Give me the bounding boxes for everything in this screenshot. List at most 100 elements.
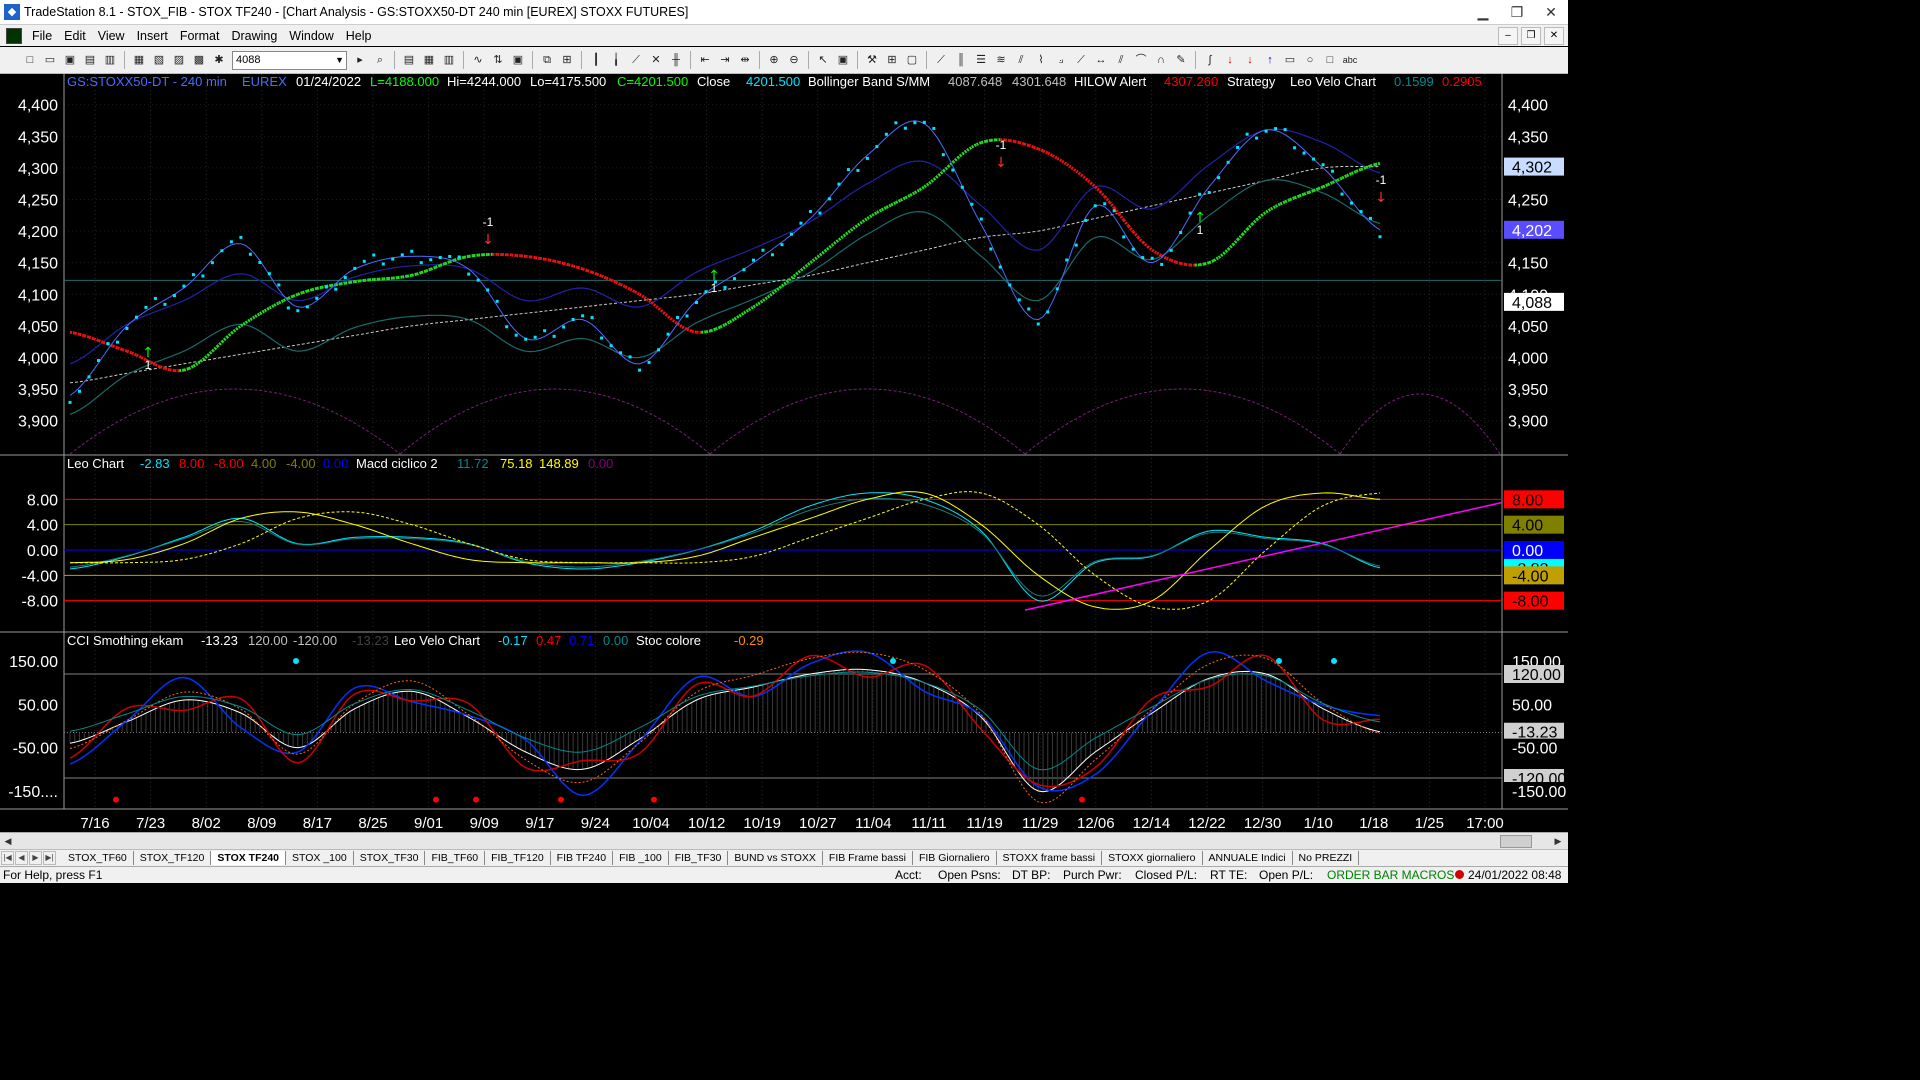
new-icon[interactable]: □ — [21, 51, 39, 69]
bug-icon[interactable]: ✱ — [210, 51, 228, 69]
minimize-button[interactable]: ▁ — [1466, 0, 1500, 24]
tab-fib-giornaliero[interactable]: FIB Giornaliero — [913, 851, 997, 865]
text-tool-icon[interactable]: abc — [1341, 51, 1359, 69]
tab-first-icon[interactable]: |◀ — [1, 851, 14, 865]
hammer-tool-icon[interactable]: ⚒ — [863, 51, 881, 69]
grid-tool-icon[interactable]: ⊞ — [883, 51, 901, 69]
rectangle-icon[interactable]: ▭ — [1281, 51, 1299, 69]
trendline-icon[interactable]: ⟋ — [932, 51, 950, 69]
print-icon[interactable]: ▧ — [150, 51, 168, 69]
tab-fib-tf30[interactable]: FIB_TF30 — [669, 851, 729, 865]
fibonacci-icon[interactable]: ⌇ — [1032, 51, 1050, 69]
point-figure-icon[interactable]: ✕ — [647, 51, 665, 69]
chart-window-icon[interactable]: ▤ — [400, 51, 418, 69]
pointer-icon[interactable]: ↖ — [814, 51, 832, 69]
tab-fib-tf120[interactable]: FIB_TF120 — [485, 851, 551, 865]
tab-no-prezzi[interactable]: No PREZZI — [1293, 851, 1360, 865]
data-window-icon[interactable]: ▣ — [834, 51, 852, 69]
menu-insert[interactable]: Insert — [131, 29, 174, 43]
gann-fan-icon[interactable]: ⟓ — [1052, 51, 1070, 69]
matrix-icon[interactable]: ▥ — [440, 51, 458, 69]
menu-format[interactable]: Format — [174, 29, 226, 43]
tab-stoxx-giornaliero[interactable]: STOXX giornaliero — [1102, 851, 1203, 865]
chart-analysis-canvas[interactable]: 1↑-1↓1↑-1↓1↑-1↓ 7/16 7/23 8/02 8/09 8/17 8/25… — [0, 74, 1568, 832]
save-all-icon[interactable]: ▤ — [81, 51, 99, 69]
format-indicators-icon[interactable]: ∿ — [469, 51, 487, 69]
arrow-down-red-icon[interactable]: ↓ — [1241, 51, 1259, 69]
chart-document-icon[interactable] — [6, 27, 22, 44]
menu-drawing[interactable]: Drawing — [225, 29, 283, 43]
horizontal-scrollbar[interactable]: ◀ ▶ — [0, 832, 1568, 849]
menu-view[interactable]: View — [92, 29, 131, 43]
go-arrow-icon[interactable]: ▸ — [351, 51, 369, 69]
tab-stoxx-frame-bassi[interactable]: STOXX frame bassi — [997, 851, 1103, 865]
speed-lines-icon[interactable]: ⟋ — [1072, 51, 1090, 69]
channel-icon[interactable]: ⫽ — [1012, 51, 1030, 69]
menu-window[interactable]: Window — [283, 29, 339, 43]
lock-icon[interactable]: ▨ — [170, 51, 188, 69]
zoom-in-icon[interactable]: ⊕ — [765, 51, 783, 69]
tab-prev-icon[interactable]: ◀ — [15, 851, 28, 865]
mdi-close-button[interactable]: ✕ — [1544, 27, 1564, 45]
alert-icon[interactable]: ▢ — [903, 51, 921, 69]
tab-fib-tf60[interactable]: FIB_TF60 — [425, 851, 486, 865]
scroll-left-icon[interactable]: ◀ — [2, 835, 14, 847]
tab-stox-tf240[interactable]: STOX TF240 — [211, 851, 287, 865]
tab-stox-100[interactable]: STOX _100 — [286, 851, 354, 865]
close-button[interactable]: ✕ — [1534, 0, 1568, 24]
tab-bund-vs-stoxx[interactable]: BUND vs STOXX — [728, 851, 823, 865]
workspace-icon[interactable]: ▥ — [101, 51, 119, 69]
rect-outline-icon[interactable]: □ — [1321, 51, 1339, 69]
tab-stox-tf30[interactable]: STOX_TF30 — [354, 851, 426, 865]
tab-fib-tf240[interactable]: FIB TF240 — [551, 851, 614, 865]
tab-annuale-indici[interactable]: ANNUALE Indici — [1203, 851, 1293, 865]
arrow-down-icon[interactable]: ↓ — [1221, 51, 1239, 69]
format-symbol-icon[interactable]: ▣ — [509, 51, 527, 69]
pen-icon[interactable]: ✎ — [1172, 51, 1190, 69]
menu-file[interactable]: File — [26, 29, 58, 43]
tab-stox-tf120[interactable]: STOX_TF120 — [134, 851, 212, 865]
line-chart-icon[interactable]: ⟋ — [627, 51, 645, 69]
tab-stox-tf60[interactable]: STOX_TF60 — [62, 851, 134, 865]
shift-left-icon[interactable]: ⇤ — [696, 51, 714, 69]
scroll-right-icon[interactable]: ▶ — [1552, 835, 1564, 847]
maximize-button[interactable]: ❐ — [1500, 0, 1534, 24]
ellipse-icon[interactable]: ○ — [1301, 51, 1319, 69]
open-icon[interactable]: ▭ — [41, 51, 59, 69]
tab-last-icon[interactable]: ▶| — [43, 851, 56, 865]
candlestick-icon[interactable]: ╽ — [607, 51, 625, 69]
shift-right-icon[interactable]: ⇥ — [716, 51, 734, 69]
radar-screen-icon[interactable]: ▦ — [420, 51, 438, 69]
symbol-combo[interactable]: 4088 ▼ — [232, 50, 347, 70]
compress-icon[interactable]: ⇹ — [736, 51, 754, 69]
close-price-point — [1084, 218, 1088, 222]
regression-icon[interactable]: ≋ — [992, 51, 1010, 69]
save-icon[interactable]: ▣ — [61, 51, 79, 69]
arc-icon[interactable]: ⌒ — [1132, 51, 1150, 69]
print-preview-icon[interactable]: ▦ — [130, 51, 148, 69]
scroll-thumb[interactable] — [1500, 835, 1532, 848]
mdi-minimize-button[interactable]: – — [1498, 27, 1518, 45]
mdi-restore-button[interactable]: ❐ — [1521, 27, 1541, 45]
search-symbol-icon[interactable]: ⌕ — [371, 51, 389, 69]
vertical-lines-icon[interactable]: ║ — [952, 51, 970, 69]
tile-icon[interactable]: ⊞ — [558, 51, 576, 69]
arrow-both-icon[interactable]: ↔ — [1092, 51, 1110, 69]
menu-help[interactable]: Help — [340, 29, 378, 43]
status-order-bar-macros[interactable]: ORDER BAR MACROS — [1327, 868, 1454, 882]
freehand-icon[interactable]: ∫ — [1201, 51, 1219, 69]
parallel-icon[interactable]: ⫽ — [1112, 51, 1130, 69]
tab-next-icon[interactable]: ▶ — [29, 851, 42, 865]
tab-fib-100[interactable]: FIB _100 — [613, 851, 669, 865]
macro-icon[interactable]: ▩ — [190, 51, 208, 69]
bar-chart-icon[interactable]: ┃ — [587, 51, 605, 69]
horizontal-lines-icon[interactable]: ☰ — [972, 51, 990, 69]
cycle-icon[interactable]: ∩ — [1152, 51, 1170, 69]
window-link-icon[interactable]: ⧉ — [538, 51, 556, 69]
zoom-out-icon[interactable]: ⊖ — [785, 51, 803, 69]
tab-fib-frame-bassi[interactable]: FIB Frame bassi — [823, 851, 913, 865]
menu-edit[interactable]: Edit — [58, 29, 92, 43]
arrow-up-icon[interactable]: ↑ — [1261, 51, 1279, 69]
ohlc-icon[interactable]: ╫ — [667, 51, 685, 69]
format-strategy-icon[interactable]: ⇅ — [489, 51, 507, 69]
